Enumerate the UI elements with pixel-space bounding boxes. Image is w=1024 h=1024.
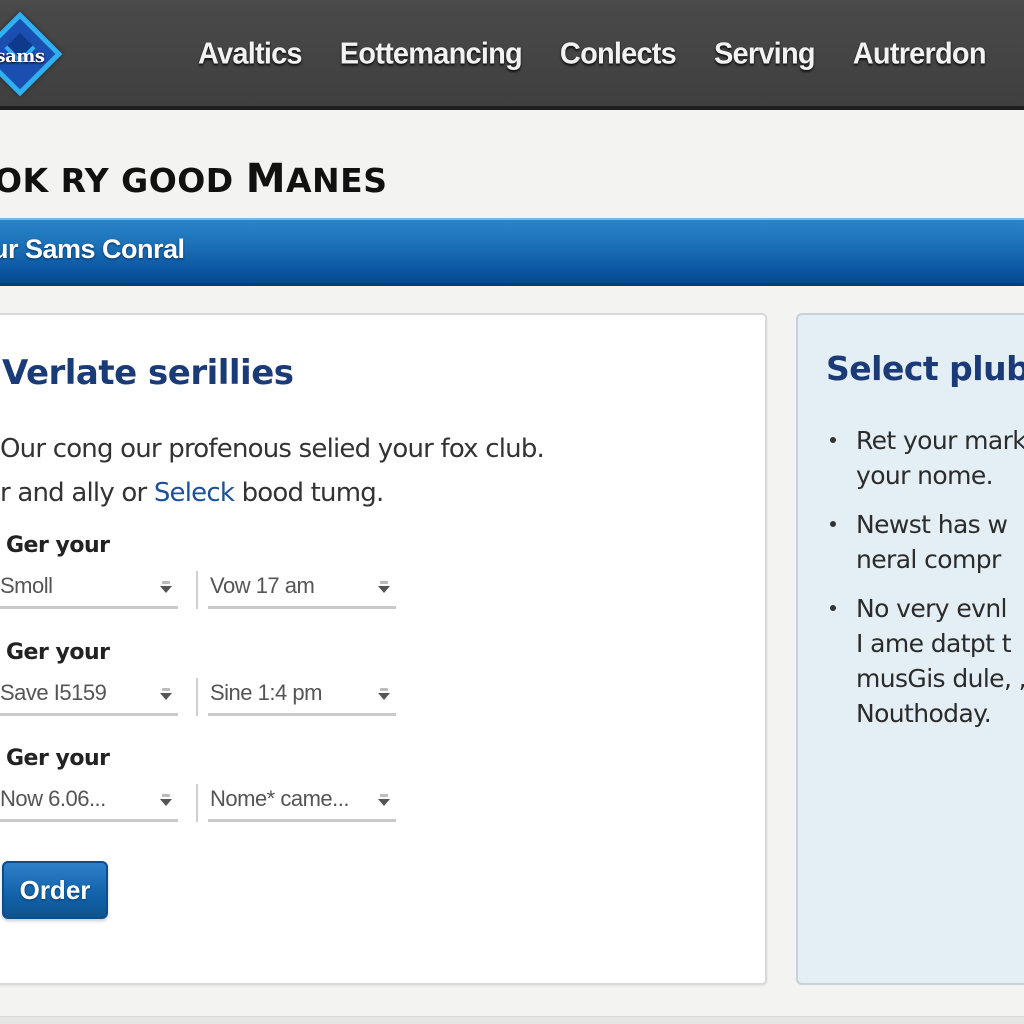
field-row: Smoll Vow 17 am — [0, 569, 426, 617]
field-group-3: Ger your Now 6.06... Nome* came... — [0, 746, 426, 830]
size-select[interactable]: Smoll — [0, 569, 178, 609]
time-select[interactable]: Sine 1:4 pm — [208, 676, 396, 716]
list-item-line: musGis dule, , — [856, 664, 1024, 693]
description-text-pre: r and ally or — [0, 478, 154, 508]
list-item: No very evnl I ame datpt t musGis dule, … — [826, 591, 1024, 731]
field-row: Now 6.06... Nome* came... — [0, 782, 426, 830]
select-value: Sine 1:4 pm — [210, 680, 322, 705]
logo-text: sams — [0, 46, 45, 67]
list-item: Newst has w neral compr — [826, 507, 1024, 577]
list-item: Ret your mark your nome. — [826, 423, 1024, 493]
bullet-icon — [830, 521, 836, 527]
name-select[interactable]: Nome* came... — [208, 782, 396, 822]
select-value: Smoll — [0, 573, 53, 598]
field-group-2: Ger your Save I5159 Sine 1:4 pm — [0, 640, 426, 724]
field-row: Save I5159 Sine 1:4 pm — [0, 676, 426, 724]
select-value: Vow 17 am — [210, 573, 315, 598]
description-line-2: r and ally or Seleck bood tumg. — [0, 471, 760, 515]
chevron-down-icon — [160, 581, 174, 595]
list-item-line: neral compr — [856, 545, 1001, 574]
page-title-part1: OK RY GOOD — [0, 161, 246, 200]
description-text-post: bood tumg. — [234, 478, 385, 508]
nav-item-autrerdon[interactable]: Autrerdon — [853, 37, 987, 72]
select-value: Now 6.06... — [0, 786, 106, 811]
list-item-line: Nouthoday. — [856, 699, 992, 728]
nav-item-conlects[interactable]: Conlects — [560, 37, 677, 72]
sams-club-logo[interactable]: sams — [0, 11, 63, 97]
page-footer-strip — [0, 1016, 1024, 1024]
chevron-down-icon — [160, 794, 174, 808]
time-select[interactable]: Vow 17 am — [208, 569, 396, 609]
bullet-icon — [830, 437, 836, 443]
chevron-down-icon — [160, 688, 174, 702]
card-description: Our cong our profenous selied your fox c… — [0, 427, 760, 515]
chevron-down-icon — [378, 688, 392, 702]
page-title-initial: M — [245, 156, 286, 202]
page-title: OK RY GOOD MANES — [0, 156, 387, 202]
date-select[interactable]: Now 6.06... — [0, 782, 178, 822]
info-bullet-list: Ret your mark your nome. Newst has w ner… — [826, 423, 1024, 745]
section-banner: ur Sams Conral — [0, 218, 1024, 286]
list-item-line: No very evnl — [856, 594, 1008, 623]
nav-item-eottemancing[interactable]: Eottemancing — [340, 37, 523, 72]
order-button[interactable]: Order — [2, 861, 108, 919]
nav-item-avaltics[interactable]: Avaltics — [198, 37, 303, 72]
field-label: Ger your — [6, 533, 110, 558]
card-title: Verlate serillies — [2, 353, 294, 393]
field-divider — [196, 784, 198, 822]
list-item-line: Ret your mark — [856, 426, 1024, 455]
field-divider — [196, 571, 198, 609]
select-value: Save I5159 — [0, 680, 107, 705]
select-link[interactable]: Seleck — [154, 478, 235, 508]
banner-title: ur Sams Conral — [0, 234, 185, 264]
main-nav: Avaltics Eottemancing Conlects Serving A… — [198, 30, 1024, 78]
order-form-card: Verlate serillies Our cong our profenous… — [0, 313, 767, 985]
list-item-line: I ame datpt t — [856, 629, 1012, 658]
chevron-down-icon — [378, 794, 392, 808]
field-group-1: Ger your Smoll Vow 17 am — [0, 533, 426, 617]
field-label: Ger your — [6, 640, 110, 665]
page-title-part2: ANES — [286, 161, 388, 200]
list-item-line: your nome. — [856, 461, 994, 490]
field-divider — [196, 678, 198, 716]
list-item-line: Newst has w — [856, 510, 1008, 539]
chevron-down-icon — [378, 581, 392, 595]
nav-item-serving[interactable]: Serving — [714, 37, 816, 72]
select-value: Nome* came... — [210, 786, 350, 811]
side-info-panel: Select plub Ret your mark your nome. New… — [796, 313, 1024, 985]
description-line-1: Our cong our profenous selied your fox c… — [0, 434, 545, 464]
save-select[interactable]: Save I5159 — [0, 676, 178, 716]
bullet-icon — [830, 605, 836, 611]
top-navigation-bar: sams Avaltics Eottemancing Conlects Serv… — [0, 0, 1024, 110]
panel-title: Select plub — [826, 349, 1024, 388]
field-label: Ger your — [6, 746, 110, 771]
